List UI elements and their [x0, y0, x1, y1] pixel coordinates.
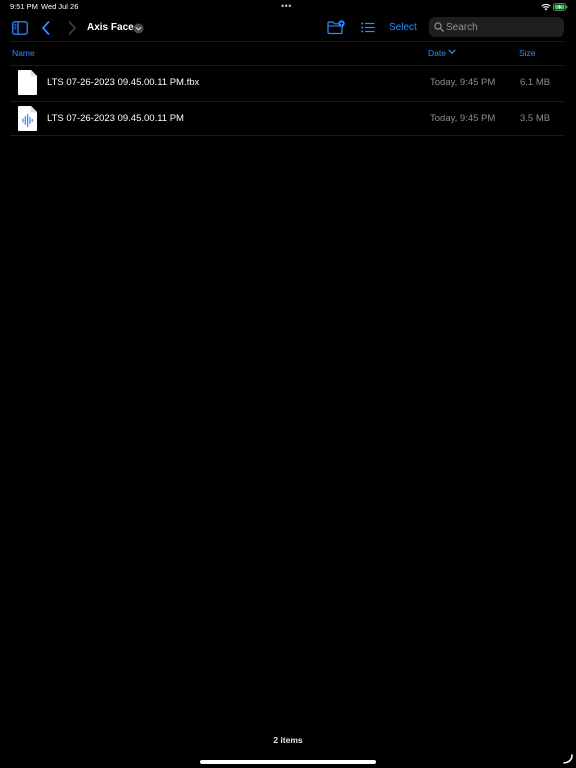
file-name: LTS 07-26-2023 09.45.00.11 PM.fbx — [47, 77, 200, 88]
item-count: 2 items — [273, 735, 303, 745]
select-button[interactable]: Select — [389, 22, 417, 33]
column-header-date[interactable]: Date — [428, 48, 456, 58]
status-date: Wed Jul 26 — [41, 2, 79, 11]
wifi-icon — [541, 4, 551, 11]
search-field[interactable] — [429, 17, 564, 37]
audio-file-icon — [18, 106, 37, 131]
home-indicator[interactable] — [200, 760, 376, 764]
chevron-left-icon[interactable] — [41, 20, 51, 36]
sidebar-icon[interactable] — [12, 21, 28, 35]
file-row[interactable]: LTS 07-26-2023 09.45.00.11 PM.fbx Today,… — [10, 65, 564, 100]
folder-title[interactable]: Axis Face — [87, 22, 134, 33]
navigation-toolbar: Axis Face Select — [0, 14, 576, 42]
status-bar: 9:51 PM Wed Jul 26 ••• — [0, 0, 576, 14]
sort-chevron-down-icon — [448, 49, 456, 54]
row-divider — [10, 65, 564, 66]
column-header-date-label: Date — [428, 48, 446, 58]
file-date: Today, 9:45 PM — [430, 113, 496, 124]
row-divider — [10, 101, 564, 102]
file-size: 3.5 MB — [520, 113, 551, 124]
chevron-right-icon[interactable] — [67, 20, 77, 36]
list-icon[interactable] — [361, 22, 375, 33]
resize-handle-icon[interactable] — [563, 754, 573, 764]
status-time: 9:51 PM — [10, 2, 38, 11]
column-header-name[interactable]: Name — [12, 48, 35, 58]
chevron-down-circle-icon[interactable] — [133, 23, 144, 34]
file-size: 6.1 MB — [520, 77, 551, 88]
search-icon — [434, 22, 444, 32]
folder-badge-plus-icon[interactable] — [327, 20, 345, 35]
file-row[interactable]: LTS 07-26-2023 09.45.00.11 PM Today, 9:4… — [10, 101, 564, 136]
document-icon — [18, 70, 37, 95]
file-name: LTS 07-26-2023 09.45.00.11 PM — [47, 113, 184, 124]
column-header-size[interactable]: Size — [519, 48, 536, 58]
toolbar-divider — [10, 41, 564, 42]
search-input[interactable] — [446, 17, 558, 37]
battery-charging-icon — [553, 3, 568, 11]
multitasking-dots[interactable]: ••• — [281, 1, 292, 11]
row-divider — [10, 135, 564, 136]
file-date: Today, 9:45 PM — [430, 77, 496, 88]
